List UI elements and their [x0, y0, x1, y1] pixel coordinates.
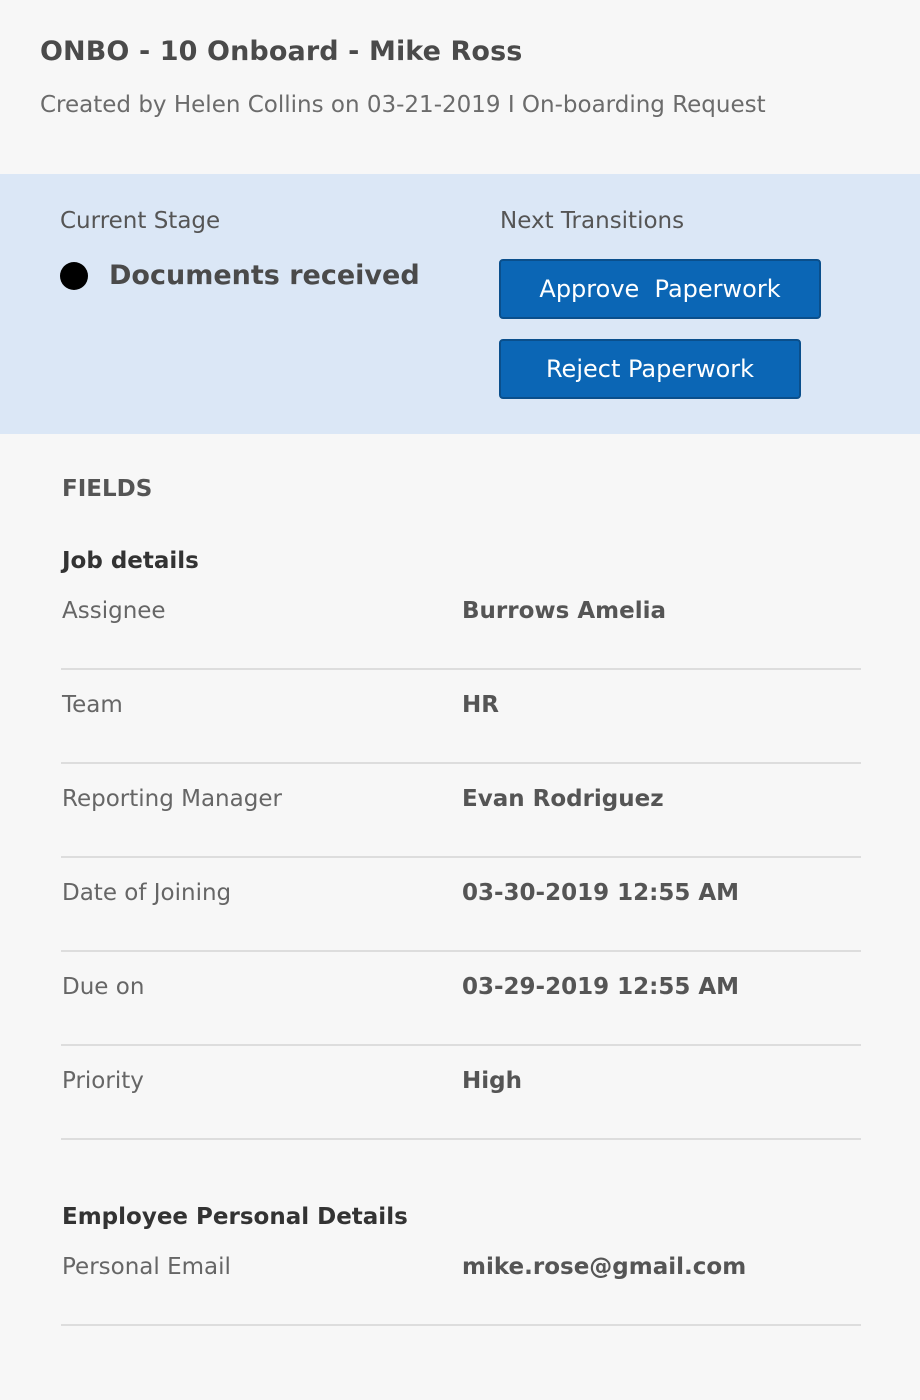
field-row-due-on: Due on 03-29-2019 12:55 AM — [61, 952, 861, 1046]
field-value: HR — [462, 692, 499, 718]
page-subtitle: Created by Helen Collins on 03-21-2019 I… — [40, 92, 766, 118]
field-value: Evan Rodriguez — [462, 786, 664, 812]
field-row-personal-email: Personal Email mike.rose@gmail.com — [61, 1232, 861, 1326]
fields-heading: FIELDS — [62, 476, 153, 502]
current-stage-value: Documents received — [109, 260, 420, 291]
field-label: Due on — [62, 974, 145, 1000]
field-value: mike.rose@gmail.com — [462, 1254, 747, 1280]
field-value: 03-30-2019 12:55 AM — [462, 880, 740, 906]
field-row-priority: Priority High — [61, 1046, 861, 1140]
field-label: Date of Joining — [62, 880, 232, 906]
field-row-assignee: Assignee Burrows Amelia — [61, 576, 861, 670]
approve-paperwork-button[interactable]: Approve Paperwork — [499, 259, 821, 319]
field-label: Personal Email — [62, 1254, 231, 1280]
field-label: Priority — [62, 1068, 144, 1094]
current-stage: Documents received — [60, 260, 420, 291]
stage-panel: Current Stage Documents received Next Tr… — [0, 174, 920, 434]
current-stage-label: Current Stage — [60, 208, 221, 234]
field-row-reporting-manager: Reporting Manager Evan Rodriguez — [61, 764, 861, 858]
next-transitions-label: Next Transitions — [500, 208, 685, 234]
section-heading-job-details: Job details — [62, 548, 199, 574]
field-value: Burrows Amelia — [462, 598, 666, 624]
reject-paperwork-button[interactable]: Reject Paperwork — [499, 339, 801, 399]
section-heading-personal-details: Employee Personal Details — [62, 1204, 408, 1230]
field-label: Team — [62, 692, 123, 718]
field-label: Assignee — [62, 598, 166, 624]
field-value: 03-29-2019 12:55 AM — [462, 974, 740, 1000]
request-header: ONBO - 10 Onboard - Mike Ross Created by… — [0, 0, 920, 174]
field-value: High — [462, 1068, 522, 1094]
field-row-date-of-joining: Date of Joining 03-30-2019 12:55 AM — [61, 858, 861, 952]
field-row-team: Team HR — [61, 670, 861, 764]
filled-circle-icon — [60, 261, 88, 290]
field-label: Reporting Manager — [62, 786, 282, 812]
page-title: ONBO - 10 Onboard - Mike Ross — [40, 36, 523, 67]
